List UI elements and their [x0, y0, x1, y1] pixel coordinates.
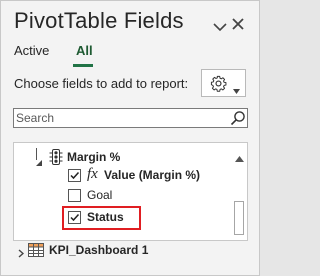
table-icon: [28, 242, 44, 258]
field-row-value[interactable]: fx Value (Margin %): [14, 166, 232, 186]
field-label: Value (Margin %): [104, 168, 201, 182]
goal-checkbox[interactable]: [68, 189, 81, 202]
tools-button[interactable]: [201, 69, 246, 97]
tab-all[interactable]: All: [76, 43, 93, 58]
tab-active[interactable]: Active: [14, 43, 49, 58]
table-label: KPI_Dashboard 1: [49, 243, 149, 257]
kpi-traffic-light-icon: [49, 149, 63, 165]
pane-title: PivotTable Fields: [14, 8, 184, 33]
choose-fields-label: Choose fields to add to report:: [14, 76, 189, 91]
fx-icon: fx: [87, 166, 98, 182]
table-row-kpi-dashboard[interactable]: KPI_Dashboard 1: [13, 241, 248, 259]
pane-header: PivotTable Fields: [1, 1, 259, 41]
search-input[interactable]: [16, 110, 216, 126]
field-group-row[interactable]: Margin %: [14, 148, 232, 168]
pane-options-chevron-icon[interactable]: [213, 19, 227, 32]
tab-bar: Active All: [1, 43, 259, 67]
tab-selected-indicator: [73, 64, 93, 67]
value-checkbox[interactable]: [68, 169, 81, 182]
gear-icon: [210, 75, 227, 92]
group-label: Margin %: [67, 150, 121, 164]
status-highlight-box: [62, 206, 141, 230]
caret-down-icon: [233, 81, 240, 94]
search-box: [13, 108, 248, 128]
expand-chevron-icon[interactable]: [18, 245, 25, 258]
scroll-thumb[interactable]: [234, 201, 244, 235]
close-icon[interactable]: [229, 15, 247, 33]
vertical-scrollbar[interactable]: [232, 143, 247, 240]
scroll-up-arrow-icon[interactable]: [235, 149, 244, 162]
field-list: Margin % fx Value (Margin %) Goal Status: [13, 142, 248, 241]
collapse-chevron-icon[interactable]: [36, 154, 43, 166]
field-row-goal[interactable]: Goal: [14, 186, 232, 206]
search-icon[interactable]: [230, 110, 246, 126]
field-label: Goal: [87, 188, 113, 202]
pivottable-fields-pane: PivotTable Fields Active All Choose fiel…: [0, 0, 260, 276]
